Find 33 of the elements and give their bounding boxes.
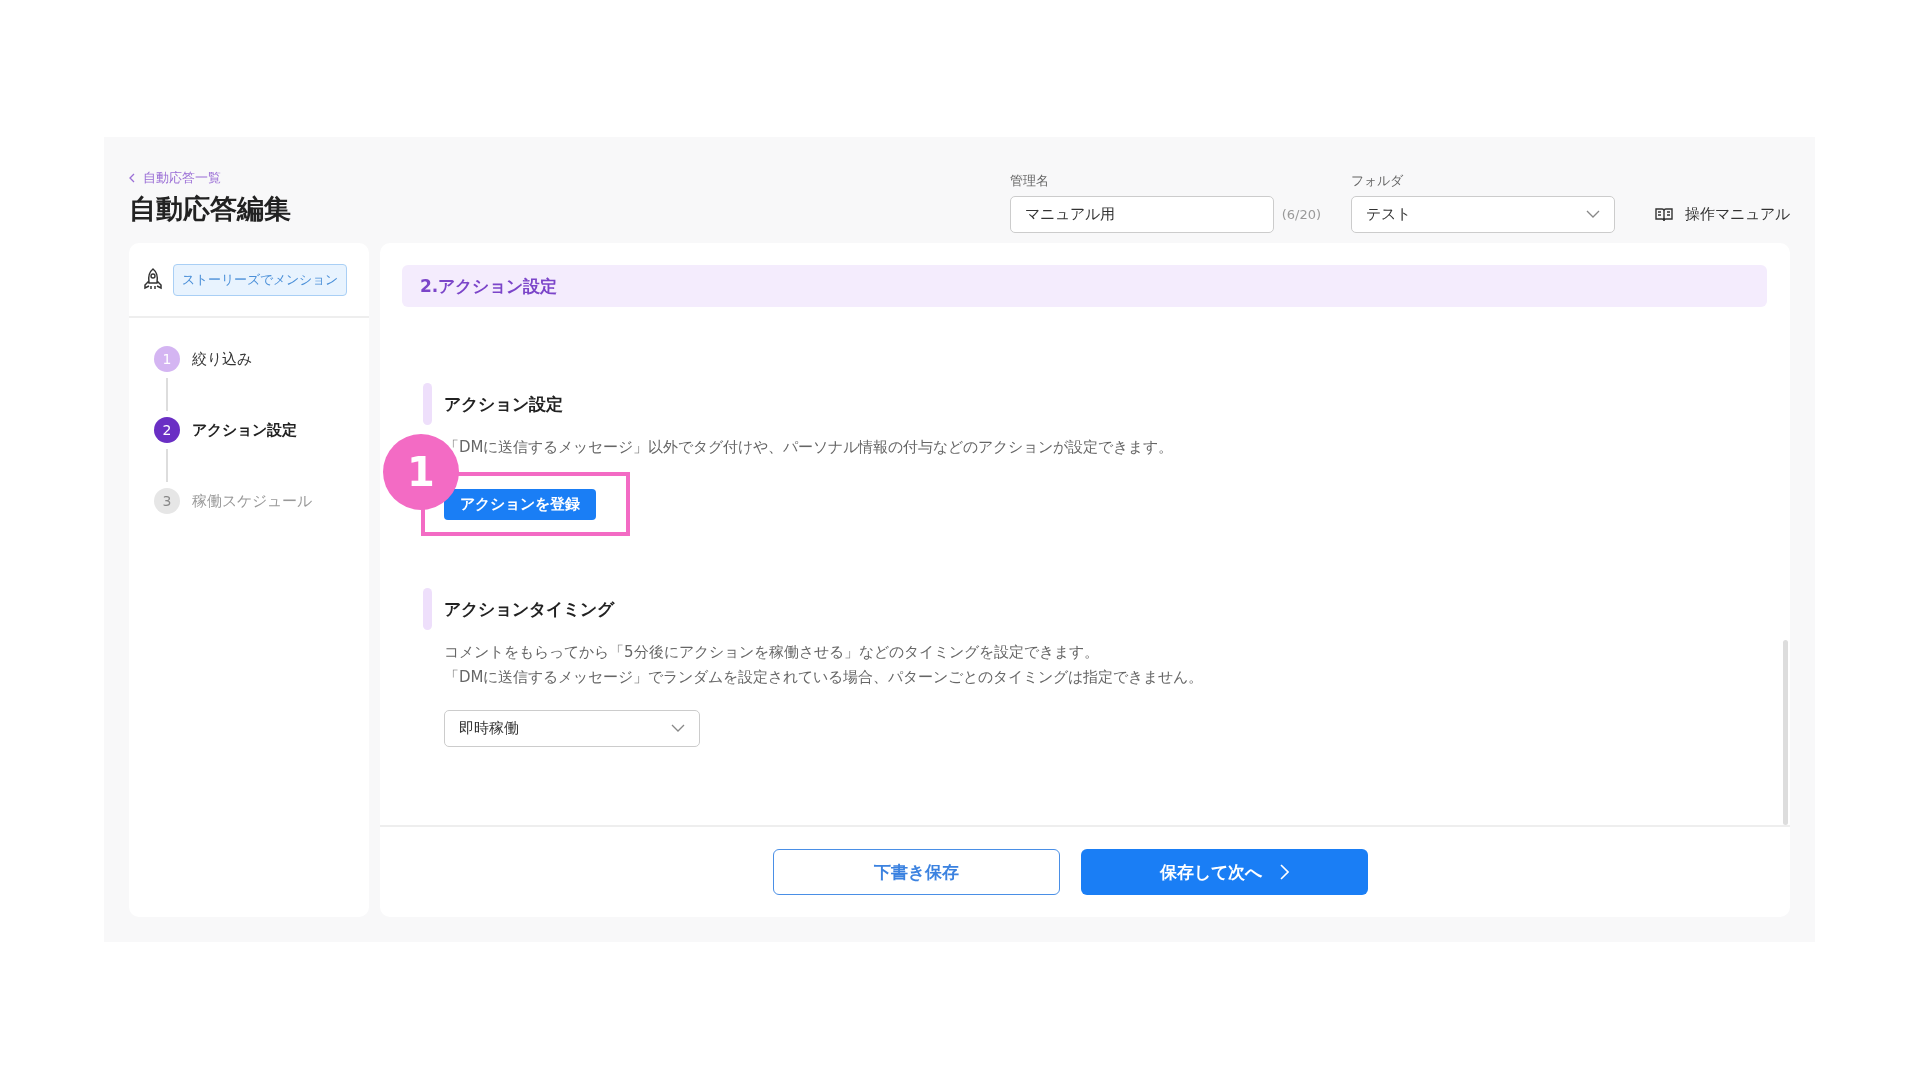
page-title: 自動応答編集	[129, 192, 291, 226]
step-label: アクション設定	[192, 420, 297, 440]
timing-select[interactable]: 即時稼働	[444, 710, 700, 747]
rocket-icon	[143, 267, 163, 292]
char-counter: (6/20)	[1281, 207, 1321, 222]
field-label: フォルダ	[1351, 172, 1404, 190]
step-item[interactable]: 1 絞り込み	[154, 346, 252, 372]
step-label: 稼働スケジュール	[192, 491, 312, 511]
step-number: 2	[154, 417, 180, 443]
chevron-down-icon	[671, 724, 685, 733]
chevron-down-icon	[1586, 210, 1600, 219]
save-draft-button[interactable]: 下書き保存	[772, 849, 1060, 895]
field-label: 管理名	[1009, 172, 1050, 190]
folder-select[interactable]: テスト	[1351, 196, 1615, 233]
save-next-button[interactable]: 保存して次へ	[1080, 849, 1368, 895]
description-text: コメントをもらってから「5分後にアクションを稼働させる」などのタイミングを設定できます。 「DMに送信するメッセージ」でランダムを設定されている場合、パターンごとのタイミングは指定できません。	[444, 642, 1205, 688]
step-number: 3	[154, 488, 180, 514]
step-number: 1	[154, 346, 180, 372]
manual-link[interactable]: 操作マニュアル	[1655, 196, 1790, 233]
subsection-heading: アクション設定	[423, 383, 1767, 425]
step-item[interactable]: 2 アクション設定	[154, 417, 297, 443]
chevron-left-icon	[129, 173, 135, 183]
scrollbar[interactable]	[1783, 640, 1788, 825]
subsection-heading: アクションタイミング	[423, 588, 1767, 630]
back-link[interactable]: 自動応答一覧	[129, 169, 291, 187]
register-action-button[interactable]: アクションを登録	[444, 489, 596, 520]
book-icon	[1655, 207, 1673, 222]
step-label: 絞り込み	[192, 349, 252, 369]
chevron-right-icon	[1279, 864, 1289, 880]
name-input[interactable]: マニュアル用	[1009, 196, 1274, 233]
trigger-tag: ストーリーズでメンション	[173, 263, 347, 296]
section-title: 2.アクション設定	[402, 265, 1767, 307]
description-text: 「DMに送信するメッセージ」以外でタグ付けや、パーソナル情報の付与などのアクションが設定できます。	[444, 437, 1175, 458]
